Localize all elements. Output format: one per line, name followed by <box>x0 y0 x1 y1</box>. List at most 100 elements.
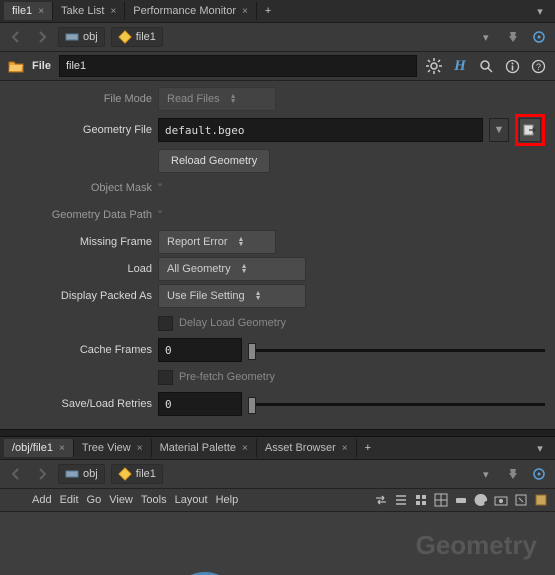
palette-icon[interactable] <box>473 492 489 508</box>
nav-back[interactable] <box>6 27 26 47</box>
chevron-updown-icon: ▲▼ <box>241 264 248 274</box>
h-script-icon[interactable]: H <box>451 57 469 75</box>
menu-layout[interactable]: Layout <box>175 494 208 506</box>
packed-combo[interactable]: Use File Setting ▲▼ <box>158 284 306 308</box>
cache-frames-slider[interactable] <box>248 339 545 361</box>
close-icon[interactable]: × <box>137 443 143 454</box>
menu-add[interactable]: Add <box>32 494 52 506</box>
prefetch-label: Pre-fetch Geometry <box>179 371 275 383</box>
parm-label-filemode: File Mode <box>22 93 152 105</box>
sop-icon <box>118 30 132 44</box>
tab-label: file1 <box>12 5 32 17</box>
tab-matpalette[interactable]: Material Palette × <box>152 439 257 457</box>
gear-icon[interactable] <box>425 57 443 75</box>
parm-label-geopath: Geometry Data Path <box>22 209 152 221</box>
combo-value: Report Error <box>167 236 228 248</box>
missing-combo[interactable]: Report Error ▲▼ <box>158 230 276 254</box>
geofile-field[interactable]: default.bgeo <box>158 118 483 142</box>
file-chooser-icon <box>523 123 537 137</box>
menu-go[interactable]: Go <box>87 494 102 506</box>
prefetch-checkbox[interactable] <box>158 370 173 385</box>
retries-slider[interactable] <box>248 393 545 415</box>
tab-label: Asset Browser <box>265 442 336 454</box>
field-text: 0 <box>165 398 172 411</box>
cache-frames-field[interactable]: 0 <box>158 338 242 362</box>
list-icon[interactable] <box>393 492 409 508</box>
tab-label: Performance Monitor <box>133 5 236 17</box>
field-text: default.bgeo <box>165 124 244 137</box>
network-view[interactable]: Geometry file1 default.bgeo <box>0 512 555 575</box>
pane-menu-icon[interactable]: ▾ <box>531 439 549 457</box>
nav-fwd[interactable] <box>32 464 52 484</box>
menu-view[interactable]: View <box>109 494 133 506</box>
close-icon[interactable]: × <box>242 6 248 17</box>
target-icon[interactable] <box>529 27 549 47</box>
retries-field[interactable]: 0 <box>158 392 242 416</box>
expand-icon[interactable] <box>513 492 529 508</box>
tab-file1[interactable]: file1 × <box>4 2 53 20</box>
target-icon[interactable] <box>529 464 549 484</box>
close-icon[interactable]: × <box>110 6 116 17</box>
combo-value: All Geometry <box>167 263 231 275</box>
grid-icon[interactable] <box>413 492 429 508</box>
grid2-icon[interactable] <box>433 492 449 508</box>
pane-menu-icon[interactable]: ▾ <box>531 2 549 20</box>
op-name-text: file1 <box>66 60 86 72</box>
search-icon[interactable] <box>477 57 495 75</box>
tab-takelist[interactable]: Take List × <box>53 2 125 20</box>
path-seg-label: file1 <box>136 31 156 43</box>
help-icon[interactable]: ? <box>529 57 547 75</box>
parm-area: File Mode Read Files ▲▼ Geometry File de… <box>0 81 555 429</box>
op-name-field[interactable]: file1 <box>59 55 417 77</box>
menu-edit[interactable]: Edit <box>60 494 79 506</box>
close-icon[interactable]: × <box>59 443 65 454</box>
node-shape-icon[interactable] <box>453 492 469 508</box>
filemode-combo[interactable]: Read Files ▲▼ <box>158 87 276 111</box>
menu-help[interactable]: Help <box>216 494 239 506</box>
tab-perfmon[interactable]: Performance Monitor × <box>125 2 257 20</box>
info-icon[interactable] <box>503 57 521 75</box>
sop-icon <box>118 467 132 481</box>
delay-load-checkbox[interactable] <box>158 316 173 331</box>
slider-thumb[interactable] <box>248 397 256 414</box>
nav-back[interactable] <box>6 464 26 484</box>
path-seg-obj[interactable]: obj <box>58 464 105 484</box>
path-seg-file1[interactable]: file1 <box>111 27 163 47</box>
path-seg-label: obj <box>83 468 98 480</box>
context-label: Geometry <box>416 530 537 561</box>
pin-icon[interactable] <box>503 464 523 484</box>
slider-thumb[interactable] <box>248 343 256 360</box>
pane-divider[interactable] <box>0 429 555 437</box>
nav-fwd[interactable] <box>32 27 52 47</box>
tab-objfile1[interactable]: /obj/file1× <box>4 439 74 457</box>
close-icon[interactable]: × <box>38 6 44 17</box>
reload-geometry-button[interactable]: Reload Geometry <box>158 149 270 173</box>
snapshot-icon[interactable] <box>493 492 509 508</box>
close-icon[interactable]: × <box>242 443 248 454</box>
chevron-updown-icon: ▲▼ <box>238 237 245 247</box>
path-expand-icon[interactable]: ▾ <box>483 31 497 44</box>
path-seg-file1[interactable]: file1 <box>111 464 163 484</box>
save-config-icon[interactable] <box>533 492 549 508</box>
tab-add[interactable]: + <box>357 440 379 456</box>
tab-label: Take List <box>61 5 104 17</box>
tab-add[interactable]: + <box>257 3 279 19</box>
geofile-preset-icon[interactable]: ▼ <box>489 118 509 142</box>
parm-label-objmask: Object Mask <box>22 182 152 194</box>
file-chooser-button[interactable] <box>519 118 541 142</box>
parm-tabs: file1 × Take List × Performance Monitor × +… <box>0 0 555 23</box>
menu-tools[interactable]: Tools <box>141 494 167 506</box>
delay-load-label: Delay Load Geometry <box>179 317 286 329</box>
close-icon[interactable]: × <box>342 443 348 454</box>
op-header: File file1 H ? <box>0 52 555 81</box>
load-combo[interactable]: All Geometry ▲▼ <box>158 257 306 281</box>
path-expand-icon[interactable]: ▾ <box>483 468 497 481</box>
network-tabs: /obj/file1× Tree View× Material Palette ×… <box>0 437 555 460</box>
tab-treeview[interactable]: Tree View× <box>74 439 152 457</box>
path-seg-obj[interactable]: obj <box>58 27 105 47</box>
pin-icon[interactable] <box>503 27 523 47</box>
tab-assetbrowser[interactable]: Asset Browser × <box>257 439 357 457</box>
swap-icon[interactable] <box>373 492 389 508</box>
tab-label: Material Palette <box>160 442 236 454</box>
combo-value: Use File Setting <box>167 290 245 302</box>
